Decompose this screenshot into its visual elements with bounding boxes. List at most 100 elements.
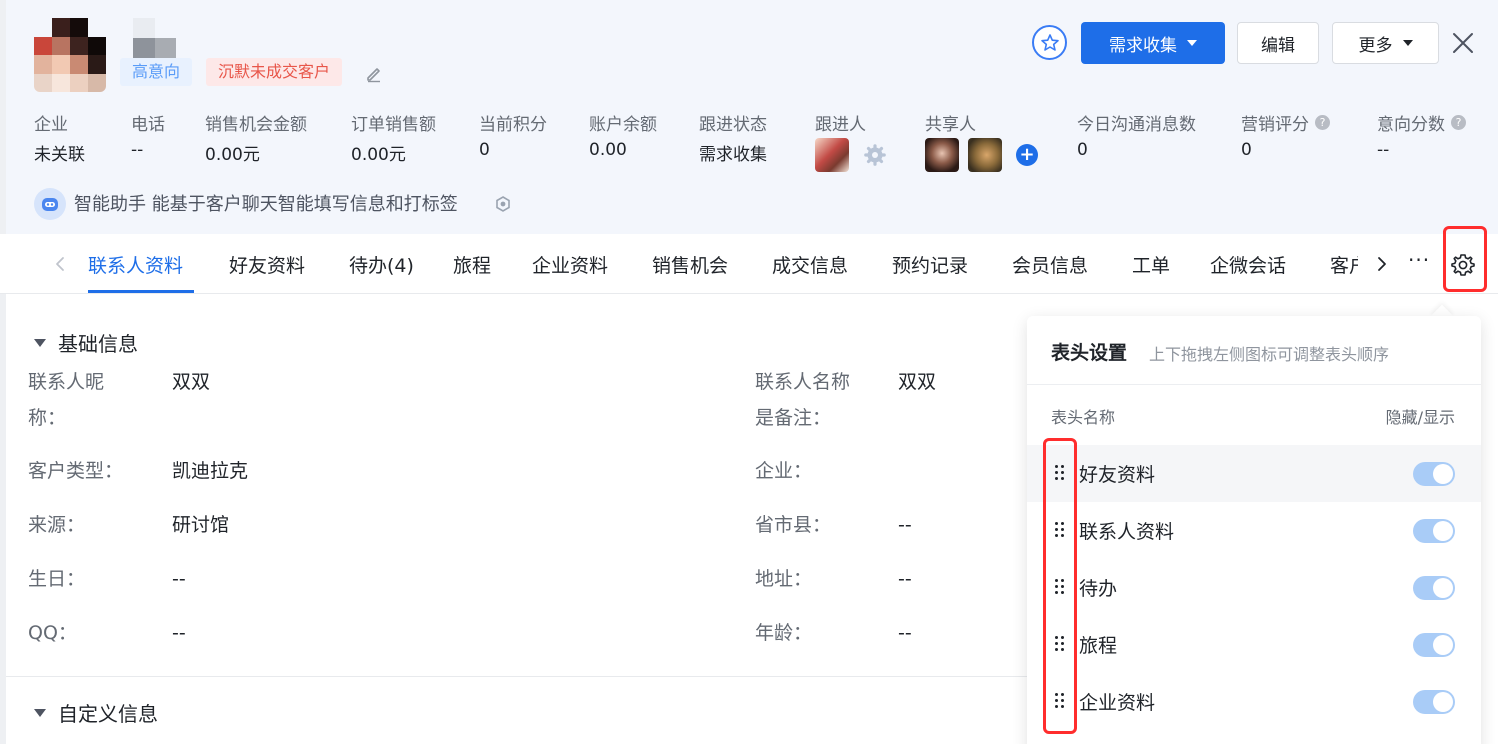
star-icon	[1040, 33, 1059, 51]
stat-today-messages: 今日沟通消息数 0	[1077, 114, 1196, 161]
field-label-age: 年龄：	[755, 622, 813, 644]
collect-dropdown-button[interactable]: 需求收集	[1081, 22, 1225, 64]
assistant-description: 智能助手 能基于客户聊天智能填写信息和打标签	[74, 194, 458, 215]
follower-avatar[interactable]	[815, 138, 849, 172]
field-value-region: --	[898, 514, 912, 536]
caret-down-icon	[34, 338, 46, 347]
visibility-toggle[interactable]	[1413, 462, 1455, 486]
tab-overflow-clip: 客户	[1310, 234, 1358, 292]
loading-icon	[496, 196, 510, 212]
robot-face-icon	[42, 198, 58, 211]
field-value-nickname: 双双	[172, 371, 211, 393]
tab-sales-opportunity[interactable]: 销售机会	[652, 251, 728, 278]
tab-appointments[interactable]: 预约记录	[892, 251, 968, 278]
tab-contact-profile[interactable]: 联系人资料	[88, 251, 183, 278]
column-name-header: 表头名称	[1051, 408, 1116, 427]
visibility-toggle[interactable]	[1413, 633, 1455, 657]
stat-points: 当前积分 0	[479, 114, 547, 161]
intent-tag: 高意向	[120, 58, 193, 86]
edit-button-label: 编辑	[1261, 35, 1295, 56]
caret-down-icon	[34, 708, 46, 717]
more-button-label: 更多	[1358, 35, 1393, 56]
help-icon[interactable]: ?	[1315, 114, 1330, 130]
column-row: 旅程	[1027, 616, 1481, 673]
status-tag: 沉默未成交客户	[206, 58, 343, 86]
column-row: 好友资料	[1027, 445, 1481, 502]
stat-order-sales: 订单销售额 0.00元	[351, 114, 436, 166]
column-row: 企业资料	[1027, 673, 1481, 730]
field-label-region: 省市县：	[755, 514, 832, 536]
stat-company: 企业 未关联	[34, 114, 85, 166]
column-row: 联系人资料	[1027, 502, 1481, 559]
column-toggle-header: 隐藏/显示	[1385, 408, 1455, 427]
chevron-right-icon[interactable]	[1372, 254, 1392, 274]
tab-friend-profile[interactable]: 好友资料	[229, 251, 305, 278]
popover-hint: 上下拖拽左侧图标可调整表头顺序	[1149, 345, 1390, 364]
stat-follow-status: 跟进状态 需求收集	[699, 114, 767, 166]
pencil-icon[interactable]	[364, 64, 384, 84]
stat-marketing-score: 营销评分? 0	[1241, 110, 1330, 164]
field-value-birthday: --	[172, 568, 186, 590]
field-value-remark-name: 双双	[898, 371, 937, 393]
stat-balance: 账户余额 0.00	[589, 114, 657, 161]
tab-more-ellipsis[interactable]: ···	[1408, 248, 1430, 272]
stat-sharer: 共享人	[925, 114, 976, 135]
highlight-box-drag-handles	[1043, 438, 1077, 734]
caret-down-icon	[1402, 40, 1413, 46]
edit-button[interactable]: 编辑	[1237, 22, 1319, 64]
visibility-toggle[interactable]	[1413, 519, 1455, 543]
field-label-address: 地址：	[755, 568, 813, 590]
gear-icon[interactable]	[864, 144, 886, 166]
robot-icon	[34, 188, 66, 220]
stat-phone: 电话 --	[131, 114, 165, 161]
caret-down-icon	[1187, 40, 1197, 46]
field-value-source: 研讨馆	[172, 514, 230, 536]
column-row: 待办	[1027, 559, 1481, 616]
field-label-birthday: 生日：	[28, 568, 86, 590]
tab-wecom-chat[interactable]: 企微会话	[1210, 251, 1286, 278]
sharer-avatar-2[interactable]	[968, 138, 1002, 172]
popover-title: 表头设置	[1051, 342, 1128, 364]
more-dropdown-button[interactable]: 更多	[1332, 22, 1439, 64]
popover-divider	[1027, 384, 1481, 385]
field-value-address: --	[898, 568, 912, 590]
tab-customer-truncated[interactable]: 客户	[1330, 251, 1358, 278]
customer-avatar	[34, 18, 106, 92]
visibility-toggle[interactable]	[1413, 690, 1455, 714]
favorite-button[interactable]	[1032, 25, 1067, 60]
collect-button-label: 需求收集	[1109, 35, 1177, 56]
field-label-remark-name: 联系人名称 是备注：	[755, 371, 851, 429]
customer-name-blurred	[112, 18, 176, 58]
tab-bar: 联系人资料 好友资料 待办(4) 旅程 企业资料 销售机会 成交信息 预约记录 …	[0, 234, 1498, 294]
section-custom-info[interactable]: 自定义信息	[34, 698, 158, 727]
field-value-age: --	[898, 622, 912, 644]
sharer-avatar-1[interactable]	[925, 138, 959, 172]
field-label-customer-type: 客户类型：	[28, 460, 124, 482]
field-value-qq: --	[172, 622, 186, 644]
tab-company-profile[interactable]: 企业资料	[532, 251, 608, 278]
tab-todo[interactable]: 待办(4)	[349, 251, 414, 278]
section-basic-info[interactable]: 基础信息	[34, 328, 138, 357]
stat-intent-score: 意向分数? --	[1377, 110, 1466, 164]
active-tab-indicator	[88, 290, 194, 293]
tab-deal-info[interactable]: 成交信息	[772, 251, 848, 278]
section-divider	[6, 676, 1028, 677]
add-sharer-icon[interactable]: +	[1016, 144, 1038, 166]
highlight-box-settings	[1443, 226, 1487, 292]
stat-opportunity-amount: 销售机会金额 0.00元	[205, 114, 307, 166]
tab-member-info[interactable]: 会员信息	[1012, 251, 1088, 278]
close-icon[interactable]	[1450, 30, 1476, 56]
tab-journey[interactable]: 旅程	[453, 251, 491, 278]
field-label-qq: QQ：	[28, 622, 77, 644]
tab-work-order[interactable]: 工单	[1132, 251, 1170, 278]
chevron-left-icon[interactable]	[50, 254, 70, 274]
visibility-toggle[interactable]	[1413, 576, 1455, 600]
field-label-source: 来源：	[28, 514, 86, 536]
help-icon[interactable]: ?	[1451, 114, 1466, 130]
field-label-company: 企业：	[755, 460, 813, 482]
column-settings-popover: 表头设置 上下拖拽左侧图标可调整表头顺序 表头名称 隐藏/显示 好友资料 联系人…	[1027, 316, 1481, 744]
left-strip	[0, 0, 6, 744]
field-value-customer-type: 凯迪拉克	[172, 460, 249, 482]
field-label-nickname: 联系人昵 称：	[28, 371, 105, 429]
stat-follower: 跟进人	[815, 114, 866, 135]
